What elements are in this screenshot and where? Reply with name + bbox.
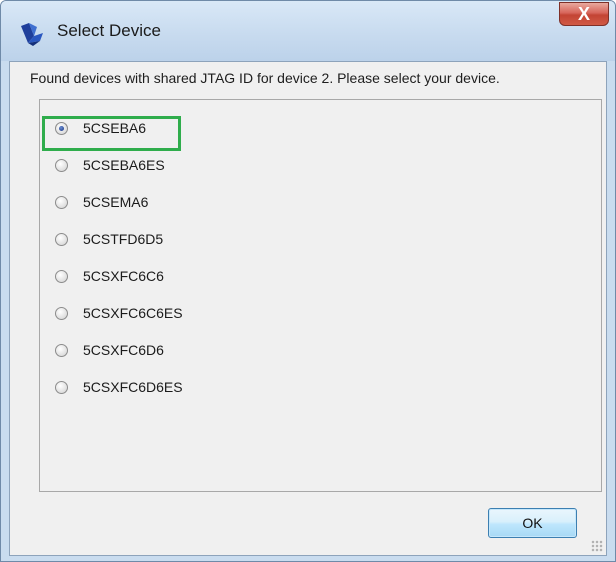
window-title: Select Device (57, 21, 161, 40)
selection-highlight-box (42, 116, 181, 151)
ok-button[interactable]: OK (488, 508, 577, 538)
radio-button[interactable] (55, 196, 68, 209)
device-label[interactable]: 5CSXFC6C6ES (83, 305, 183, 321)
radio-button[interactable] (55, 159, 68, 172)
radio-button[interactable] (55, 381, 68, 394)
dialog-body: Found devices with shared JTAG ID for de… (9, 61, 607, 556)
device-label[interactable]: 5CSTFD6D5 (83, 231, 163, 247)
device-label[interactable]: 5CSEBA6ES (83, 157, 165, 173)
close-button[interactable]: X (559, 2, 609, 26)
radio-button[interactable] (55, 270, 68, 283)
radio-button[interactable] (55, 307, 68, 320)
resize-grip-icon[interactable] (591, 540, 603, 552)
device-label[interactable]: 5CSEMA6 (83, 194, 148, 210)
radio-button[interactable] (55, 233, 68, 246)
device-list: 5CSEBA6 5CSEBA6ES 5CSEMA6 5CSTFD6D5 5CSX… (39, 99, 602, 492)
select-device-dialog: Select Device X Found devices with share… (0, 0, 616, 562)
close-icon: X (577, 4, 590, 24)
ok-button-label: OK (522, 515, 543, 531)
device-label[interactable]: 5CSXFC6D6ES (83, 379, 183, 395)
title-bar[interactable]: Select Device X (1, 1, 615, 61)
radio-button[interactable] (55, 344, 68, 357)
instruction-text: Found devices with shared JTAG ID for de… (30, 70, 500, 86)
quartus-app-icon (21, 23, 43, 46)
device-label[interactable]: 5CSXFC6D6 (83, 342, 164, 358)
device-label[interactable]: 5CSXFC6C6 (83, 268, 164, 284)
